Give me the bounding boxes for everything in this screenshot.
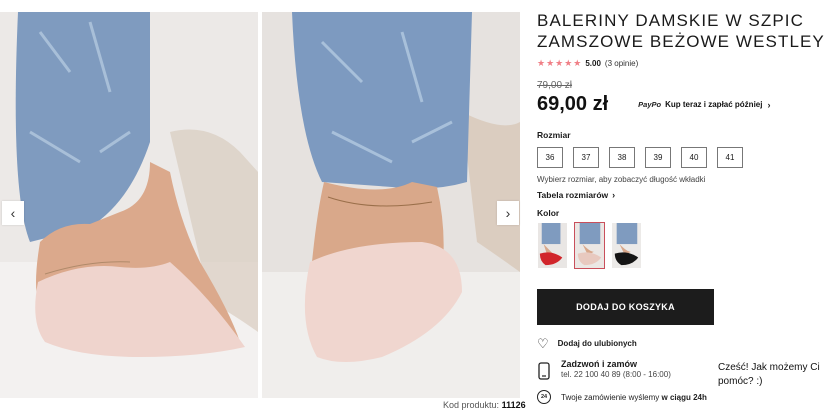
product-photo-2[interactable] <box>262 12 520 398</box>
shipping-text-bold: w ciągu 24h <box>661 392 707 402</box>
phone-info: Zadzwoń i zamów tel. 22 100 40 89 (8:00 … <box>561 359 671 379</box>
paypo-link[interactable]: PayPo Kup teraz i zapłać później › <box>638 100 770 110</box>
color-swatch-black[interactable] <box>611 222 642 269</box>
gallery-next-button[interactable]: › <box>497 201 519 225</box>
size-option[interactable]: 38 <box>609 147 635 168</box>
size-option[interactable]: 41 <box>717 147 743 168</box>
price-row: 69,00 zł PayPo Kup teraz i zapłać późnie… <box>537 93 827 116</box>
shoe-photo-image <box>0 12 258 398</box>
phone-title: Zadzwoń i zamów <box>561 359 638 369</box>
size-option[interactable]: 36 <box>537 147 563 168</box>
gallery-prev-button[interactable]: ‹ <box>2 201 24 225</box>
product-photo-1[interactable] <box>0 12 258 398</box>
phone-number: tel. 22 100 40 89 (8:00 - 16:00) <box>561 370 671 379</box>
size-label: Rozmiar <box>537 130 571 140</box>
paypo-text: Kup teraz i zapłać później <box>665 100 763 109</box>
shipping-text-main: Twoje zamówienie wyślemy <box>561 392 660 402</box>
swatch-image <box>612 223 641 268</box>
size-option[interactable]: 40 <box>681 147 707 168</box>
paypo-logo: PayPo <box>638 100 662 109</box>
shoe-photo-image <box>262 12 520 398</box>
chevron-right-icon: › <box>505 205 511 221</box>
chevron-left-icon: ‹ <box>10 205 16 221</box>
chevron-right-icon: › <box>612 190 616 200</box>
size-table-label: Tabela rozmiarów <box>537 190 609 200</box>
size-option[interactable]: 39 <box>645 147 671 168</box>
shipping-info: 24 Twoje zamówienie wyślemy w ciągu 24h <box>537 390 827 404</box>
phone-icon <box>538 362 550 380</box>
rating[interactable]: ★★★★★ 5.00 (3 opinie) <box>537 58 827 69</box>
shipping-24h-icon: 24 <box>537 390 551 404</box>
color-swatches <box>537 222 827 269</box>
add-to-favorites-button[interactable]: ♡ Dodaj do ulubionych <box>537 337 827 350</box>
swatch-image <box>575 223 604 268</box>
chat-widget-message[interactable]: Cześć! Jak możemy Ci pomóc? :) <box>718 361 826 389</box>
product-code: Kod produktu: 11126 <box>443 400 526 410</box>
product-title: BALERINY DAMSKIE W SZPIC ZAMSZOWE BEŻOWE… <box>537 11 825 51</box>
color-swatch-beige[interactable] <box>574 222 605 269</box>
size-hint: Wybierz rozmiar, aby zobaczyć długość wk… <box>537 175 706 184</box>
product-gallery: ‹ › <box>0 12 520 398</box>
favorites-label: Dodaj do ulubionych <box>557 339 637 348</box>
product-code-label: Kod produktu: <box>443 400 500 410</box>
size-option[interactable]: 37 <box>573 147 599 168</box>
shipping-text: Twoje zamówienie wyślemy w ciągu 24h <box>561 393 707 402</box>
heart-icon: ♡ <box>537 336 549 351</box>
color-swatch-red[interactable] <box>537 222 568 269</box>
add-to-cart-button[interactable]: DODAJ DO KOSZYKA <box>537 289 714 325</box>
product-code-value: 11126 <box>501 400 526 410</box>
swatch-image <box>538 223 567 268</box>
size-selector: 36 37 38 39 40 41 <box>537 147 827 168</box>
old-price: 79,00 zł <box>537 80 573 91</box>
size-table-link[interactable]: Tabela rozmiarów › <box>537 190 827 200</box>
rating-stars-icon: ★★★★★ <box>537 58 583 68</box>
rating-count: (3 opinie) <box>604 59 639 68</box>
chevron-right-icon: › <box>767 99 771 110</box>
color-label: Kolor <box>537 208 560 218</box>
product-panel: BALERINY DAMSKIE W SZPIC ZAMSZOWE BEŻOWE… <box>537 10 827 404</box>
rating-value: 5.00 <box>585 59 601 68</box>
current-price: 69,00 zł <box>537 93 609 115</box>
